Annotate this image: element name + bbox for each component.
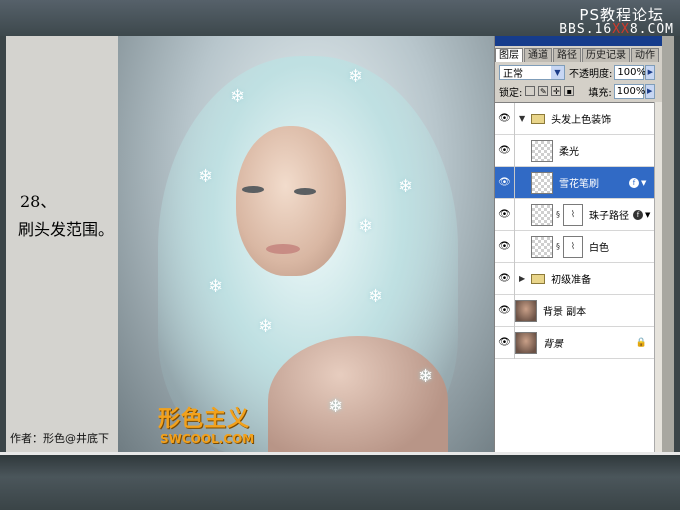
visibility-eye-icon[interactable]: 👁 — [495, 294, 515, 327]
palette-tabs: 图层 通道 路径 历史记录 动作 — [495, 36, 663, 62]
layer-name: 珠子路径 — [589, 211, 629, 222]
author-credit: 作者：形色@井底下 — [10, 432, 109, 445]
visibility-eye-icon[interactable]: 👁 — [495, 102, 515, 135]
link-chain-icon: § — [556, 242, 560, 251]
opacity-field[interactable]: 100% — [614, 64, 646, 80]
layer-snowflake-brush[interactable]: 👁 雪花笔刷 f ▼ — [495, 166, 655, 199]
chevron-down-icon[interactable]: ▼ — [641, 179, 646, 187]
palette-titlebar[interactable] — [495, 36, 663, 46]
visibility-eye-icon[interactable]: 👁 — [495, 262, 515, 295]
watermark-logo: 形色主义 — [158, 407, 251, 432]
layer-list-scrollbar[interactable] — [654, 102, 662, 452]
fill-field[interactable]: 100% — [613, 83, 645, 99]
lock-move-icon[interactable]: ✛ — [551, 86, 562, 96]
layer-list: 👁 ▼ 头发上色装饰 👁 柔光 👁 雪花笔刷 f ▼ 👁 § ⌇ 珠子路径 f … — [495, 102, 655, 452]
layer-thumbnail — [515, 331, 537, 354]
blend-mode-select[interactable]: 正常 ▼ — [499, 64, 565, 80]
right-eye — [294, 188, 316, 195]
lips — [266, 244, 300, 254]
face — [236, 126, 346, 276]
expand-triangle-icon[interactable]: ▶ — [519, 274, 525, 283]
folder-icon — [531, 113, 546, 124]
layer-bead-path[interactable]: 👁 § ⌇ 珠子路径 f ▼ — [495, 198, 655, 231]
snowflake-icon: ❄ — [230, 86, 246, 107]
layer-thumbnail — [531, 235, 553, 258]
opacity-slider-button[interactable]: ▶ — [645, 64, 656, 80]
watermark-url: SWCOOL.COM — [160, 432, 255, 446]
lock-label: 锁定: — [499, 87, 523, 99]
layer-name: 柔光 — [559, 147, 579, 158]
site-url: BBS.16XX8.COM — [559, 22, 674, 37]
layer-name: 头发上色装饰 — [551, 115, 612, 126]
tab-history[interactable]: 历史记录 — [582, 48, 630, 62]
snowflake-icon: ❄ — [358, 216, 374, 237]
folder-icon — [531, 273, 546, 284]
tab-paths[interactable]: 路径 — [553, 48, 581, 62]
tab-actions[interactable]: 动作 — [631, 48, 659, 62]
snowflake-icon: ❄ — [328, 396, 344, 417]
site-url-red: XX — [612, 22, 630, 37]
layer-background-copy[interactable]: 👁 背景 副本 — [495, 294, 655, 327]
expand-triangle-icon[interactable]: ▼ — [519, 114, 525, 123]
layer-white[interactable]: 👁 § ⌇ 白色 — [495, 230, 655, 263]
snowflake-icon: ❄ — [198, 166, 214, 187]
tutorial-frame: PS教程论坛 BBS.16XX8.COM 28、 刷头发范围。 作者：形色@井底… — [0, 0, 680, 510]
layers-palette: 图层 通道 路径 历史记录 动作 正常 ▼ 不透明度: 100% ▶ 锁定: ✎… — [494, 36, 663, 452]
canvas-photo: ❄ ❄ ❄ ❄ ❄ ❄ ❄ ❄ ❄ ❄ 形色主义 SWCOOL.COM — [118, 36, 494, 452]
step-caption-panel: 28、 刷头发范围。 作者：形色@井底下 — [6, 36, 118, 452]
snowflake-icon: ❄ — [348, 66, 364, 87]
layer-soft-light[interactable]: 👁 柔光 — [495, 134, 655, 167]
bottom-banner — [0, 452, 680, 510]
layer-thumbnail — [515, 299, 537, 322]
blend-mode-value: 正常 — [503, 68, 523, 80]
site-url-prefix: BBS.16 — [559, 22, 613, 37]
top-banner: PS教程论坛 BBS.16XX8.COM — [0, 0, 680, 37]
layer-thumbnail — [531, 139, 553, 162]
site-url-suffix: 8.COM — [629, 22, 674, 37]
fill-slider-button[interactable]: ▶ — [644, 83, 655, 99]
layer-thumbnail — [531, 171, 553, 194]
snowflake-icon: ❄ — [368, 286, 384, 307]
snowflake-icon: ❄ — [398, 176, 414, 197]
blend-row: 正常 ▼ 不透明度: 100% ▶ — [499, 64, 656, 80]
lock-icon: 🔒 — [635, 337, 647, 348]
step-description: 刷头发范围。 — [18, 220, 115, 239]
fill-label: 填充: — [588, 87, 612, 99]
layer-name: 初级准备 — [551, 275, 592, 286]
tab-channels[interactable]: 通道 — [524, 48, 552, 62]
layer-style-icon[interactable]: f — [633, 209, 643, 220]
visibility-eye-icon[interactable]: 👁 — [495, 326, 515, 359]
layer-name: 背景 — [543, 339, 563, 350]
lock-transparent-icon[interactable] — [525, 86, 536, 96]
lock-row: 锁定: ✎ ✛ ▪ 填充: 100% ▶ — [499, 83, 655, 99]
vector-mask-thumbnail: ⌇ — [563, 235, 583, 258]
layer-name: 白色 — [589, 243, 609, 254]
layer-name: 背景 副本 — [543, 307, 587, 318]
link-chain-icon: § — [556, 210, 560, 219]
tab-layers[interactable]: 图层 — [495, 48, 523, 62]
visibility-eye-icon[interactable]: 👁 — [495, 198, 515, 231]
layer-style-icon[interactable]: f — [629, 177, 639, 188]
lock-brush-icon[interactable]: ✎ — [538, 86, 549, 96]
visibility-eye-icon[interactable]: 👁 — [495, 230, 515, 263]
layer-name: 雪花笔刷 — [559, 179, 599, 190]
right-edge-strip — [662, 36, 674, 452]
snowflake-icon: ❄ — [208, 276, 224, 297]
chevron-down-icon[interactable]: ▼ — [645, 211, 650, 219]
layer-group-prep[interactable]: 👁 ▶ 初级准备 — [495, 262, 655, 295]
step-number: 28、 — [20, 192, 57, 211]
snowflake-icon: ❄ — [418, 366, 434, 387]
layer-group-hair[interactable]: 👁 ▼ 头发上色装饰 — [495, 102, 655, 135]
lock-all-icon[interactable]: ▪ — [564, 86, 575, 96]
visibility-eye-icon[interactable]: 👁 — [495, 166, 515, 199]
visibility-eye-icon[interactable]: 👁 — [495, 134, 515, 167]
left-eye — [242, 186, 264, 193]
opacity-label: 不透明度: — [569, 68, 613, 80]
tab-strip: 图层 通道 路径 历史记录 动作 — [495, 48, 660, 62]
layer-thumbnail — [531, 203, 553, 226]
chevron-down-icon[interactable]: ▼ — [551, 65, 564, 79]
layer-background[interactable]: 👁 背景 🔒 — [495, 326, 655, 359]
snowflake-icon: ❄ — [258, 316, 274, 337]
vector-mask-thumbnail: ⌇ — [563, 203, 583, 226]
